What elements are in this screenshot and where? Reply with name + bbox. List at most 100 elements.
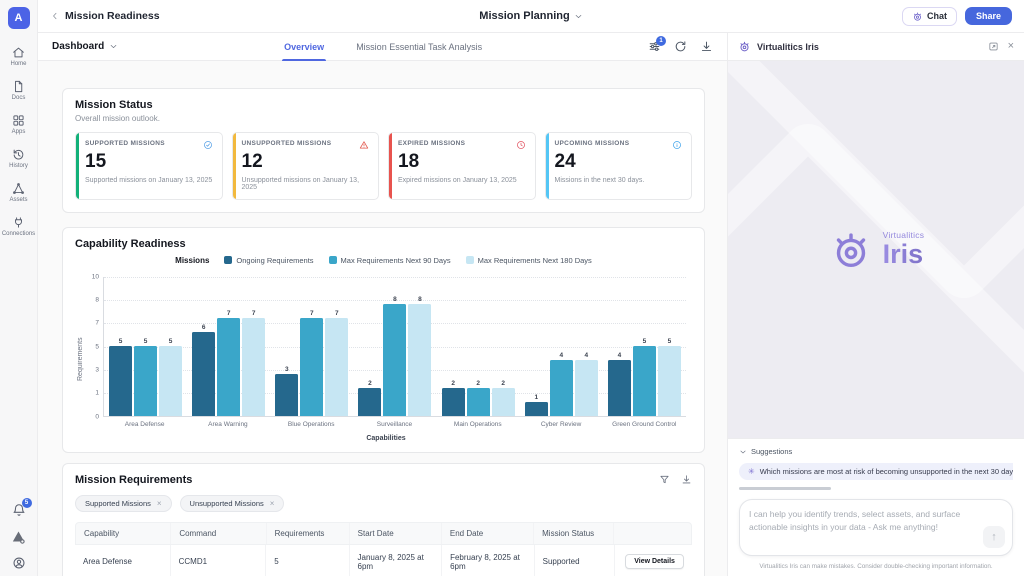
table-filter-icon[interactable] bbox=[659, 474, 670, 485]
column-header[interactable]: Mission Status bbox=[534, 523, 614, 544]
sidebar-item-assets[interactable]: Assets bbox=[9, 182, 27, 203]
status-card[interactable]: SUPPORTED MISSIONS15Supported missions o… bbox=[75, 132, 223, 200]
bar[interactable] bbox=[275, 374, 298, 416]
mission-status-subtitle: Overall mission outlook. bbox=[75, 114, 692, 123]
bar-value-label: 8 bbox=[393, 296, 397, 303]
bar[interactable] bbox=[525, 402, 548, 416]
legend-item[interactable]: Max Requirements Next 180 Days bbox=[466, 256, 592, 265]
bar-column: 5 bbox=[134, 277, 157, 416]
open-in-window-icon[interactable] bbox=[988, 41, 999, 52]
suggestions-scrollbar[interactable] bbox=[739, 487, 831, 490]
table-title: Mission Requirements bbox=[75, 474, 192, 486]
bar-column: 7 bbox=[300, 277, 323, 416]
sidebar-item-docs[interactable]: Docs bbox=[12, 80, 26, 101]
refresh-button[interactable] bbox=[674, 40, 687, 53]
topbar: Mission Readiness Mission Planning Chat … bbox=[38, 0, 1024, 33]
legend-item[interactable]: Ongoing Requirements bbox=[224, 256, 313, 265]
bar[interactable] bbox=[325, 318, 348, 416]
x-tick-label: Cyber Review bbox=[519, 421, 602, 428]
iris-input[interactable] bbox=[749, 508, 973, 542]
filter-chip[interactable]: Unsupported Missions × bbox=[180, 495, 285, 512]
filter-chip[interactable]: Supported Missions× bbox=[75, 495, 172, 512]
column-header[interactable]: Capability bbox=[76, 523, 171, 544]
tab-overview[interactable]: Overview bbox=[282, 33, 326, 60]
bar[interactable] bbox=[550, 360, 573, 416]
x-tick-label: Surveillance bbox=[353, 421, 436, 428]
sidebar-item-apps[interactable]: Apps bbox=[12, 114, 26, 135]
check-circle-icon bbox=[203, 140, 213, 150]
bar[interactable] bbox=[242, 318, 265, 416]
table-cell: February 8, 2025 at 6pm bbox=[442, 545, 535, 576]
bar[interactable] bbox=[300, 318, 323, 416]
bar-value-label: 4 bbox=[618, 352, 622, 359]
page-title[interactable]: Mission Planning bbox=[479, 10, 582, 22]
bar[interactable] bbox=[383, 304, 406, 416]
bar[interactable] bbox=[134, 346, 157, 416]
column-header[interactable]: Requirements bbox=[267, 523, 350, 544]
iris-disclaimer: Virtualitics Iris can make mistakes. Con… bbox=[739, 563, 1013, 570]
status-card[interactable]: UNSUPPORTED MISSIONS12Unsupported missio… bbox=[232, 132, 380, 200]
filters-button[interactable]: 1 bbox=[648, 40, 661, 53]
suggestion-pill-label: Which missions are most at risk of becom… bbox=[760, 467, 1013, 476]
bar[interactable] bbox=[658, 346, 681, 416]
suggestion-pill[interactable]: ✳Which missions are most at risk of beco… bbox=[739, 463, 1013, 480]
connections-icon bbox=[12, 216, 25, 229]
notifications-button[interactable]: 5 bbox=[12, 503, 26, 517]
status-card[interactable]: UPCOMING MISSIONS24Missions in the next … bbox=[545, 132, 693, 200]
bar[interactable] bbox=[442, 388, 465, 416]
table-download-icon[interactable] bbox=[681, 474, 692, 485]
status-card[interactable]: EXPIRED MISSIONS18Expired missions on Ja… bbox=[388, 132, 536, 200]
bar[interactable] bbox=[192, 332, 215, 416]
sidebar-item-history[interactable]: History bbox=[9, 148, 28, 169]
close-icon[interactable]: × bbox=[1008, 41, 1014, 52]
avatar[interactable]: A bbox=[8, 7, 30, 29]
column-header[interactable]: Start Date bbox=[350, 523, 442, 544]
legend-swatch-icon bbox=[224, 256, 232, 264]
bar[interactable] bbox=[109, 346, 132, 416]
suggestions-toggle[interactable]: Suggestions bbox=[739, 447, 1013, 456]
sidebar-item-label: Apps bbox=[12, 129, 26, 135]
bar[interactable] bbox=[608, 360, 631, 416]
dashboard-selector[interactable]: Dashboard bbox=[52, 41, 118, 52]
column-header[interactable]: End Date bbox=[442, 523, 534, 544]
mission-requirements-section: Mission Requirements Supported Missions×… bbox=[62, 463, 705, 576]
breadcrumb[interactable]: Mission Readiness bbox=[50, 10, 479, 22]
bar-column: 3 bbox=[275, 277, 298, 416]
chevron-down-icon bbox=[574, 12, 583, 21]
bar-value-label: 5 bbox=[643, 338, 647, 345]
iris-panel-body: Virtualitics Iris bbox=[728, 61, 1024, 438]
dashboard-toolbar: Dashboard Overview Mission Essential Task… bbox=[38, 33, 727, 61]
bar[interactable] bbox=[408, 304, 431, 416]
legend-item[interactable]: Max Requirements Next 90 Days bbox=[329, 256, 451, 265]
chip-remove-icon[interactable]: × bbox=[157, 499, 162, 508]
bar[interactable] bbox=[492, 388, 515, 416]
chip-remove-icon[interactable]: × bbox=[270, 499, 275, 508]
bar-column: 8 bbox=[408, 277, 431, 416]
bar[interactable] bbox=[575, 360, 598, 416]
y-axis-label: Requirements bbox=[75, 277, 86, 442]
bar[interactable] bbox=[159, 346, 182, 416]
share-button[interactable]: Share bbox=[965, 7, 1012, 25]
bar-column: 7 bbox=[325, 277, 348, 416]
account-button[interactable] bbox=[12, 556, 26, 570]
x-axis-label: Capabilities bbox=[86, 435, 686, 442]
sidebar-item-home[interactable]: Home bbox=[10, 46, 26, 67]
status-card-value: 15 bbox=[85, 151, 213, 174]
chat-button-label: Chat bbox=[927, 11, 947, 21]
bar[interactable] bbox=[633, 346, 656, 416]
chat-button[interactable]: Chat bbox=[902, 7, 957, 26]
bar[interactable] bbox=[358, 388, 381, 416]
bar[interactable] bbox=[217, 318, 240, 416]
column-header[interactable] bbox=[614, 523, 691, 544]
sidebar-item-connections[interactable]: Connections bbox=[2, 216, 35, 237]
status-cards: SUPPORTED MISSIONS15Supported missions o… bbox=[75, 132, 692, 200]
send-button[interactable]: ↑ bbox=[983, 526, 1005, 548]
legend-swatch-icon bbox=[466, 256, 474, 264]
filter-chip-label: Unsupported Missions bbox=[190, 499, 264, 508]
requirements-table: CapabilityCommandRequirementsStart DateE… bbox=[75, 522, 692, 576]
view-details-button[interactable]: View Details bbox=[625, 554, 684, 569]
tab-mission-essential-task-analysis[interactable]: Mission Essential Task Analysis bbox=[354, 33, 484, 60]
bar[interactable] bbox=[467, 388, 490, 416]
download-button[interactable] bbox=[700, 40, 713, 53]
column-header[interactable]: Command bbox=[171, 523, 266, 544]
